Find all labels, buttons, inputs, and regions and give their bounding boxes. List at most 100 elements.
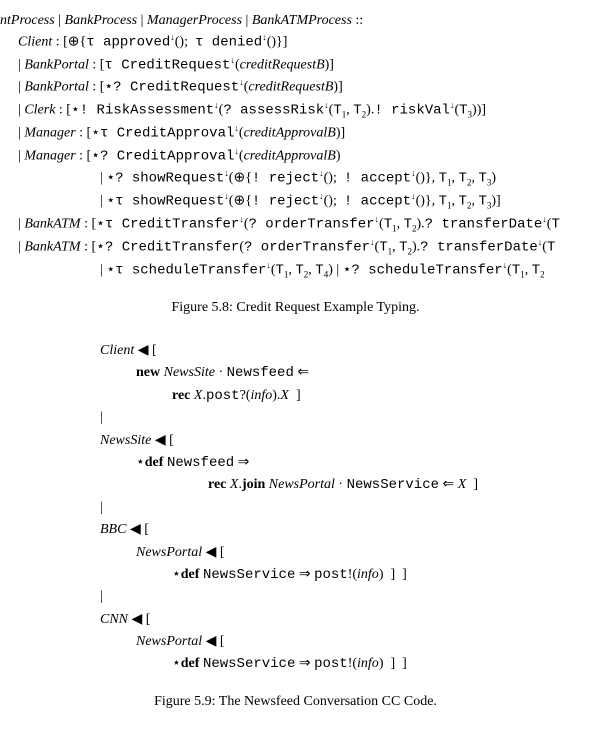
cc-line: NewsPortal ◀ [ (136, 631, 591, 653)
chan: NewsService (203, 567, 295, 583)
arg: creditRequestB (240, 57, 325, 72)
var: X (280, 388, 289, 403)
arg: creditRequestB (248, 80, 333, 95)
cc-line: new NewsSite · Newsfeed ⇐ (136, 362, 591, 384)
txt: ntProcess (0, 13, 55, 28)
var: X (194, 388, 203, 403)
txt: BankProcess (65, 13, 138, 28)
role: NewsPortal (136, 545, 202, 560)
t: ⋆? CreditRequest (104, 80, 239, 96)
kw-rec: rec (208, 477, 226, 492)
t: ⋆! RiskAssessment (71, 103, 214, 119)
role: NewsSite (100, 433, 151, 448)
line-8: | ⋆? showRequest↓(⊕{! reject↓(); ! accep… (100, 167, 591, 190)
t: ! accept (344, 171, 411, 187)
figure-5-9-caption: Figure 5.9: The Newsfeed Conversation CC… (0, 694, 591, 710)
t: ⋆? CreditApproval (91, 148, 234, 164)
line-1: ntProcess | BankProcess | ManagerProcess… (0, 10, 591, 31)
t: ⋆? CreditTransfer (96, 240, 239, 256)
role: Client (100, 343, 134, 358)
t: ⋆τ scheduleTransfer (106, 263, 266, 279)
kw-new: new (136, 365, 160, 380)
t: ? assessRisk (223, 103, 324, 119)
line-5: | Clerk : [⋆! RiskAssessment↓(? assessRi… (18, 99, 591, 122)
t: ? transferDate (425, 217, 543, 233)
line-7: | Manager : [⋆? CreditApproval↓(creditAp… (18, 145, 591, 168)
cc-line: NewsPortal ◀ [ (136, 542, 591, 564)
t: ⋆τ showRequest (106, 194, 224, 210)
txt: BankATMProcess (252, 13, 352, 28)
cc-line: rec X.post?(info).X ] (172, 385, 591, 407)
role: NewsPortal (269, 477, 335, 492)
arg: creditApprovalB (244, 126, 336, 141)
arg: info (357, 567, 379, 582)
chan: NewsService (203, 656, 295, 672)
cc-line: ⋆def NewsService ⇒ post!(info) ] ] (172, 564, 591, 586)
chan: NewsService (347, 477, 439, 493)
line-10: | BankATM : [⋆τ CreditTransfer↓(? orderT… (18, 213, 591, 236)
arg: info (250, 388, 272, 403)
t: ⋆τ CreditTransfer (96, 217, 239, 233)
figure-5-9-code: Client ◀ [ new NewsSite · Newsfeed ⇐ rec… (100, 340, 591, 676)
t: ! reject (252, 194, 319, 210)
t: ? orderTransfer (248, 217, 374, 233)
role: BBC (100, 522, 126, 537)
cc-line: | (100, 497, 591, 519)
role: BankATM (24, 240, 80, 255)
kw-def: def (181, 567, 200, 582)
chan: Newsfeed (227, 365, 294, 381)
msg: post (314, 656, 348, 672)
role: BankATM (24, 217, 80, 232)
line-12: | ⋆τ scheduleTransfer↓(T1, T2, T4) | ⋆? … (100, 259, 591, 282)
role: Clerk (24, 103, 55, 118)
kw-rec: rec (172, 388, 190, 403)
role: Manager (24, 126, 75, 141)
line-11: | BankATM : [⋆? CreditTransfer(? orderTr… (18, 236, 591, 259)
cc-line: | (100, 586, 591, 608)
line-4: | BankPortal : [⋆? CreditRequest↓(credit… (18, 76, 591, 99)
arg: info (357, 656, 379, 671)
chan: Newsfeed (167, 455, 234, 471)
kw-def: def (145, 455, 164, 470)
role: CNN (100, 612, 128, 627)
t: ? orderTransfer (244, 240, 370, 256)
cc-line: ⋆def NewsService ⇒ post!(info) ] ] (172, 653, 591, 675)
role: Client (18, 35, 52, 50)
var: X (230, 477, 239, 492)
cc-line: | (100, 407, 591, 429)
t: τ CreditRequest (104, 57, 230, 73)
cc-line: ⋆def Newsfeed ⇒ (136, 452, 591, 474)
role: BankPortal (24, 80, 89, 95)
role: Manager (24, 148, 75, 163)
cc-line: BBC ◀ [ (100, 519, 591, 541)
t: ! reject (252, 171, 319, 187)
t: τ approved (86, 35, 170, 51)
role: NewsPortal (136, 634, 202, 649)
cc-line: CNN ◀ [ (100, 609, 591, 631)
kw-join: join (242, 477, 265, 492)
arg: creditApprovalB (244, 148, 336, 163)
t: τ denied (195, 35, 262, 51)
cc-line: Client ◀ [ (100, 340, 591, 362)
cc-line: rec X.join NewsPortal · NewsService ⇐ X … (208, 474, 591, 496)
figure-5-8-typing: ntProcess | BankProcess | ManagerProcess… (0, 10, 591, 282)
t: ⋆τ CreditApproval (91, 126, 234, 142)
t: ? transferDate (420, 240, 538, 256)
kw-def: def (181, 656, 200, 671)
cc-line: NewsSite ◀ [ (100, 430, 591, 452)
txt: ManagerProcess (147, 13, 242, 28)
line-6: | Manager : [⋆τ CreditApproval↓(creditAp… (18, 122, 591, 145)
line-9: | ⋆τ showRequest↓(⊕{! reject↓(); ! accep… (100, 190, 591, 213)
t: ! riskVal (374, 103, 450, 119)
figure-5-8-caption: Figure 5.8: Credit Request Example Typin… (0, 300, 591, 316)
role: BankPortal (24, 57, 89, 72)
var: X (458, 477, 467, 492)
role: NewsSite (164, 365, 215, 380)
t: ! accept (344, 194, 411, 210)
msg: post (206, 388, 240, 404)
t: ⋆? scheduleTransfer (343, 263, 503, 279)
line-2: Client : [⊕{τ approved↓(); τ denied↓()}] (18, 31, 591, 54)
msg: post (314, 567, 348, 583)
t: ⋆? showRequest (106, 171, 224, 187)
line-3: | BankPortal : [τ CreditRequest↓(creditR… (18, 54, 591, 77)
